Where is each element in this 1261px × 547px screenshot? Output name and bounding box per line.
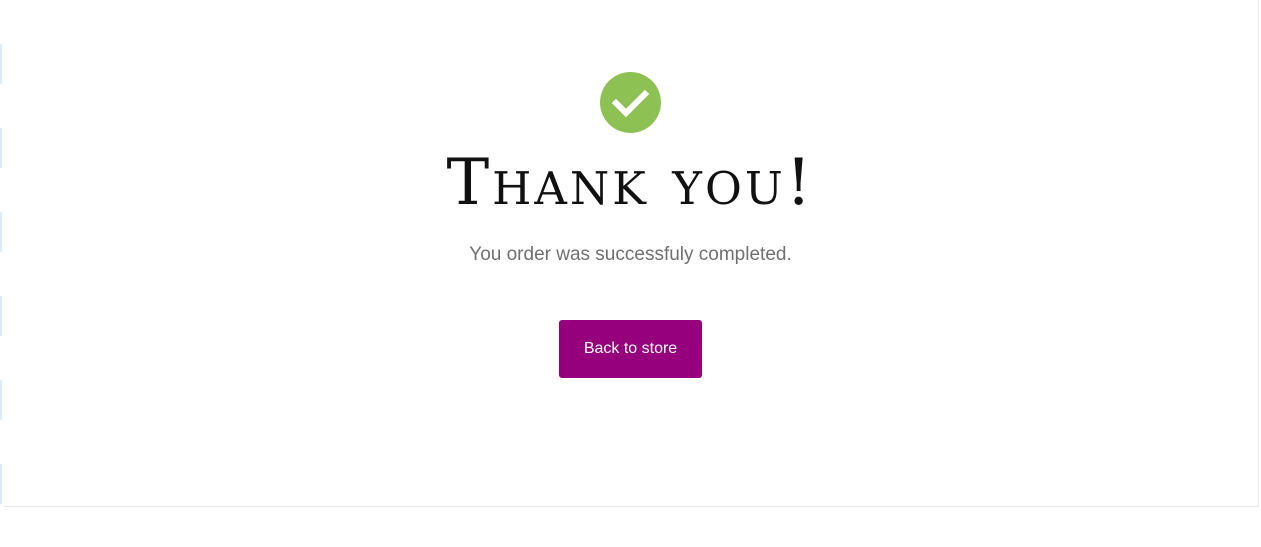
confirmation-panel: Thank you! You order was successfuly com… [0,0,1261,506]
back-to-store-button[interactable]: Back to store [559,320,702,378]
page-title: Thank you! [446,146,815,220]
confirmation-message: You order was successfuly completed. [469,244,792,265]
order-confirmation-page: Thank you! You order was successfuly com… [0,0,1261,547]
bottom-divider [4,506,1258,507]
check-circle-icon [600,72,661,133]
checkmark-icon [611,89,650,118]
